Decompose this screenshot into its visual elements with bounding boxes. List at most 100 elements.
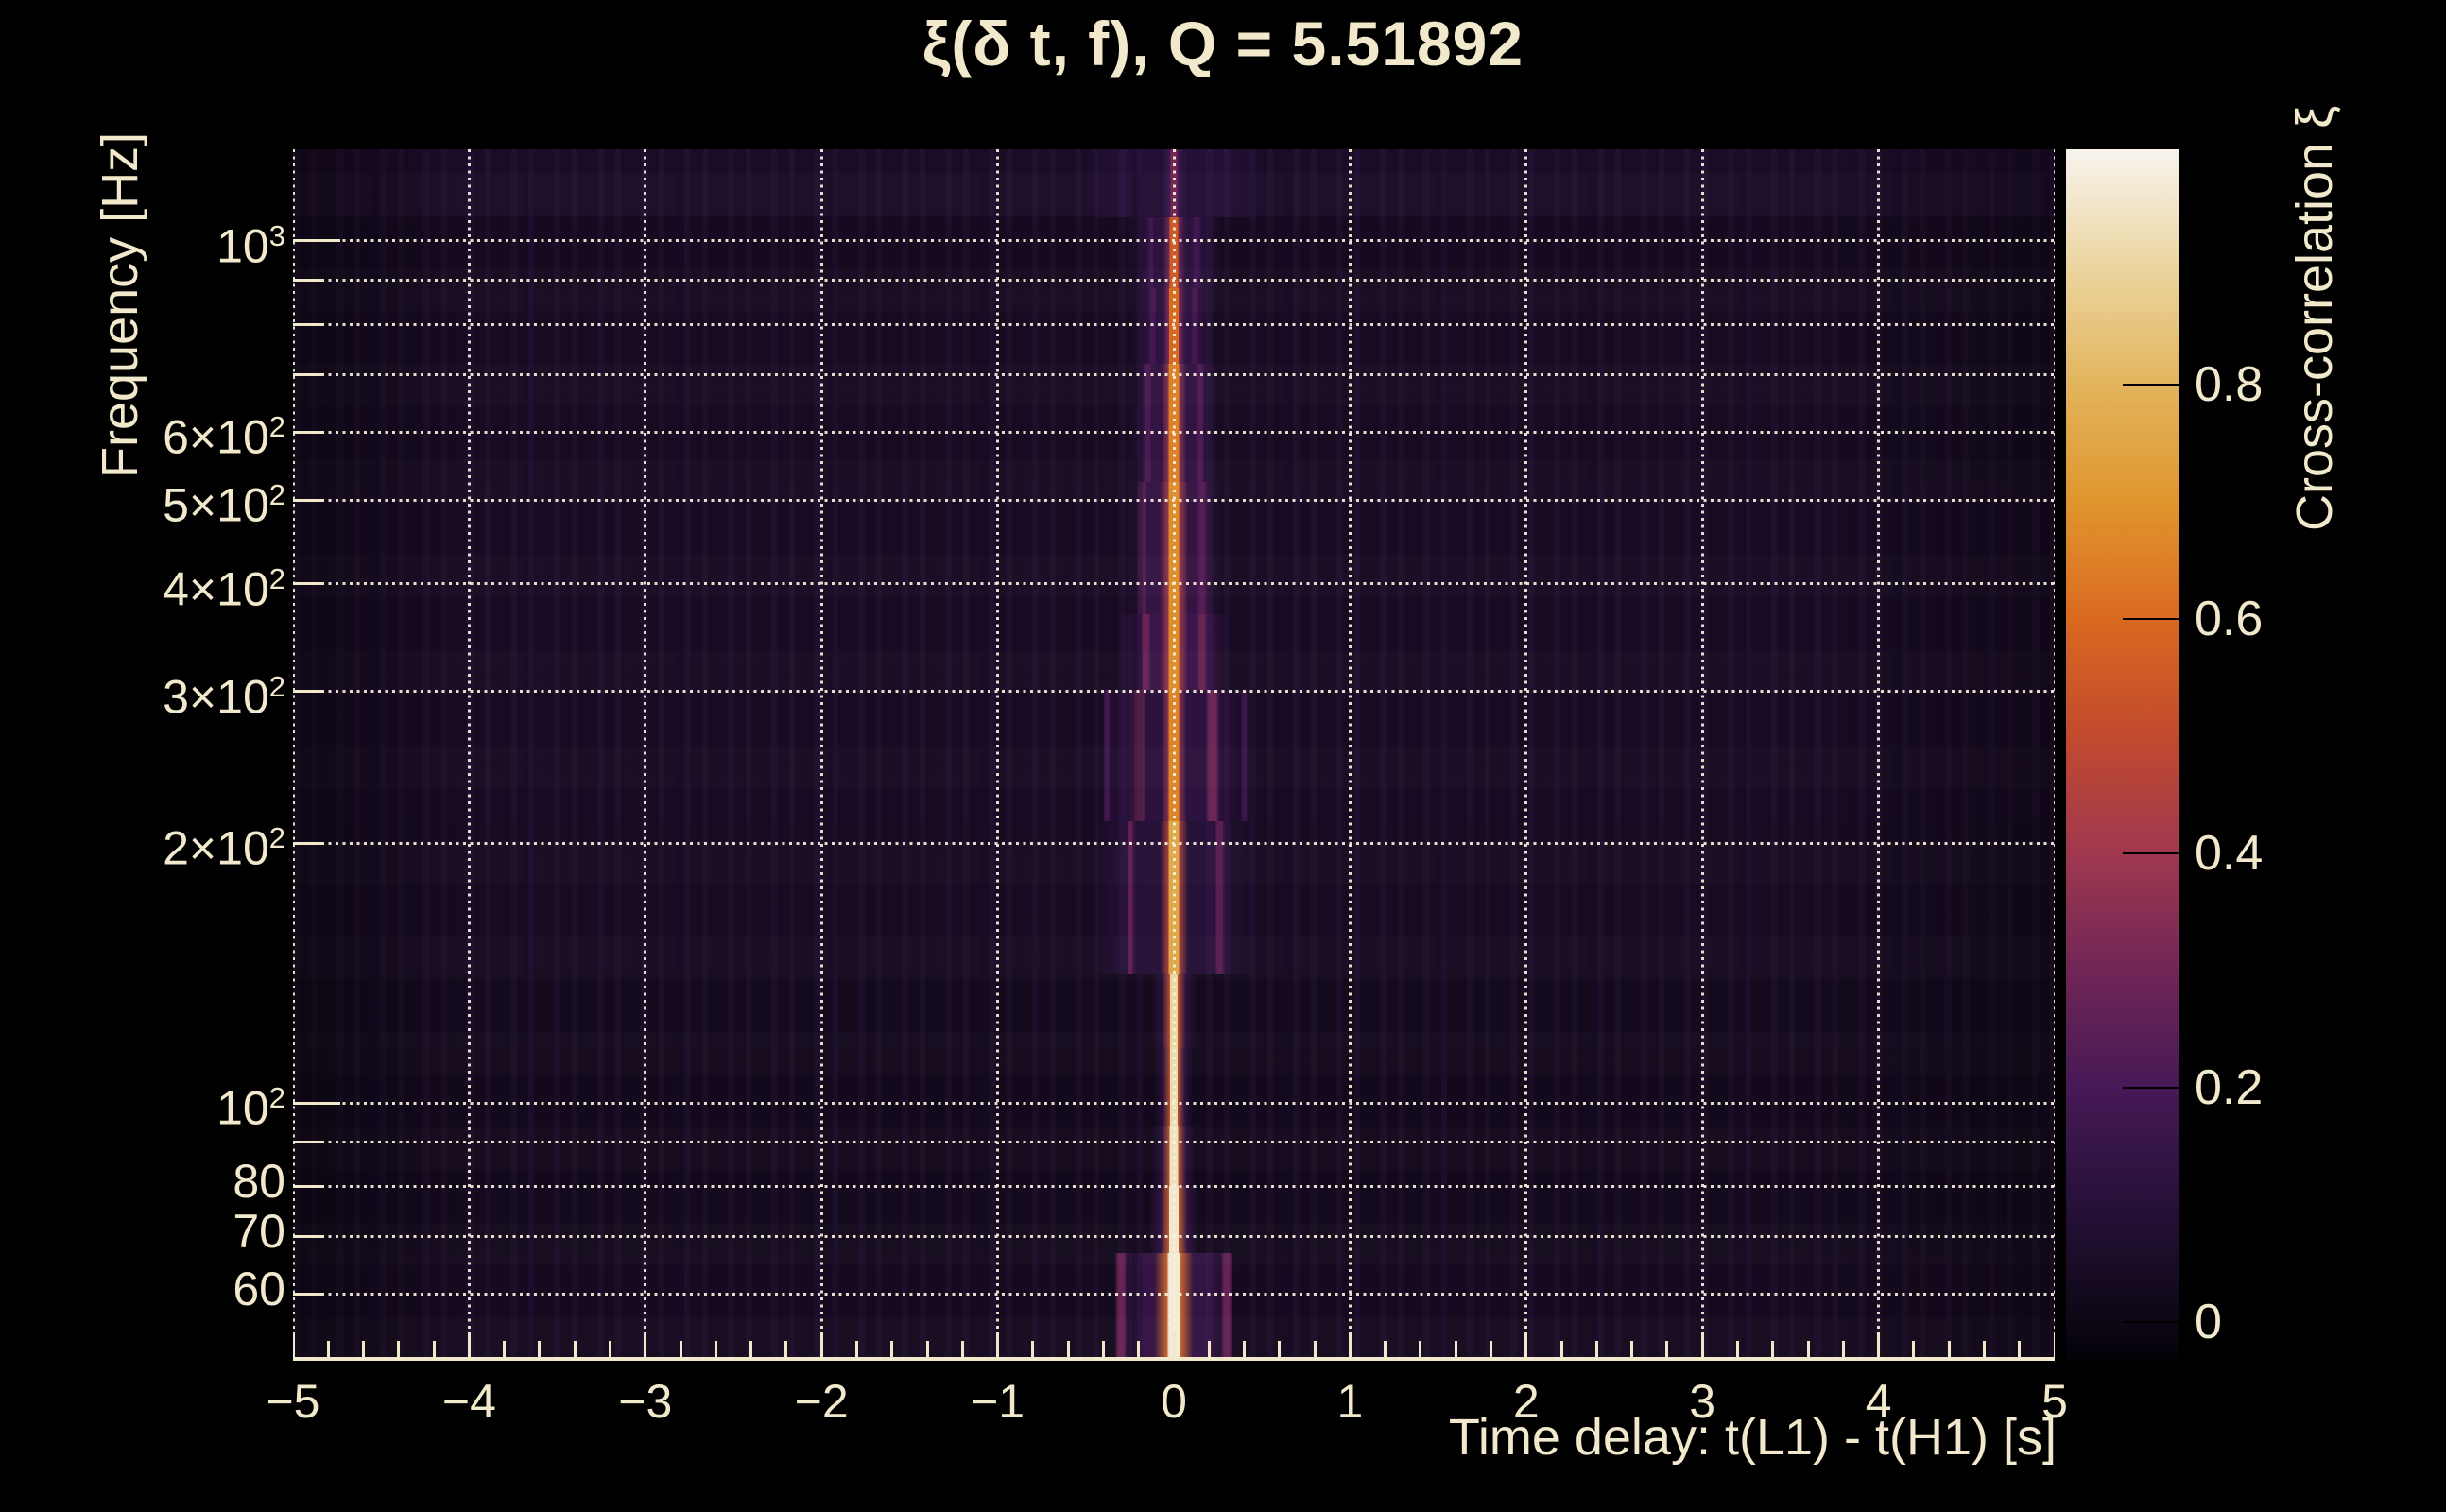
x-minor-tick <box>1313 1341 1317 1358</box>
x-minor-tick <box>1278 1341 1282 1358</box>
colorbar-tick <box>2123 852 2179 855</box>
y-tick-label: 6×102 <box>163 410 285 464</box>
y-tick-label: 2×102 <box>163 821 285 876</box>
y-minor-tick <box>293 1234 323 1238</box>
x-tick-label: −3 <box>618 1375 673 1428</box>
x-tick-label: −5 <box>266 1375 320 1428</box>
y-major-tick <box>293 239 340 243</box>
x-major-tick <box>467 1332 471 1358</box>
y-tick-label: 4×102 <box>163 561 285 616</box>
y-minor-tick <box>293 1292 323 1296</box>
y-major-tick <box>293 1101 340 1105</box>
y-tick-label: 103 <box>216 218 285 273</box>
x-minor-tick <box>749 1341 753 1358</box>
y-tick-label: 5×102 <box>163 478 285 533</box>
y-tick-label: 70 <box>233 1205 285 1259</box>
x-minor-tick <box>1031 1341 1035 1358</box>
x-major-tick <box>1877 1332 1881 1358</box>
y-tick-label: 3×102 <box>163 669 285 724</box>
x-major-tick <box>644 1332 647 1358</box>
x-minor-tick <box>1771 1341 1775 1358</box>
y-minor-tick <box>293 322 323 326</box>
x-minor-tick <box>1384 1341 1387 1358</box>
grid-line-vertical <box>819 149 823 1361</box>
x-major-tick <box>293 1332 295 1358</box>
x-minor-tick <box>1806 1341 1810 1358</box>
x-major-tick <box>1524 1332 1528 1358</box>
x-minor-tick <box>1243 1341 1247 1358</box>
x-major-tick <box>1700 1332 1704 1358</box>
x-minor-tick <box>854 1341 858 1358</box>
x-minor-tick <box>1137 1341 1141 1358</box>
y-minor-tick <box>293 582 323 586</box>
heatmap-plot-area <box>293 149 2055 1361</box>
figure-canvas: ξ(δ t, f), Q = 5.51892 Frequency [Hz] −5… <box>0 0 2446 1512</box>
y-minor-tick <box>293 841 323 845</box>
x-minor-tick <box>326 1341 330 1358</box>
x-minor-tick <box>397 1341 401 1358</box>
grid-line-horizontal <box>293 1234 2055 1238</box>
x-minor-tick <box>679 1341 682 1358</box>
x-minor-tick <box>503 1341 507 1358</box>
x-minor-tick <box>714 1341 717 1358</box>
x-minor-tick <box>1207 1341 1211 1358</box>
x-tick-label: −4 <box>441 1375 496 1428</box>
x-major-tick <box>1348 1332 1352 1358</box>
x-major-tick <box>2053 1332 2055 1358</box>
grid-line-vertical <box>467 149 471 1361</box>
x-major-tick <box>1172 1332 1176 1358</box>
grid-line-horizontal <box>293 1101 2055 1105</box>
x-minor-tick <box>1594 1341 1598 1358</box>
grid-line-vertical <box>1524 149 1528 1361</box>
x-minor-tick <box>1101 1341 1105 1358</box>
y-minor-tick <box>293 279 323 283</box>
x-minor-tick <box>784 1341 788 1358</box>
x-minor-tick <box>1841 1341 1845 1358</box>
x-minor-tick <box>1490 1341 1493 1358</box>
grid-line-vertical <box>1348 149 1352 1361</box>
y-minor-tick <box>293 372 323 376</box>
grid-line-horizontal <box>293 841 2055 845</box>
x-minor-tick <box>1735 1341 1739 1358</box>
y-minor-tick <box>293 1184 323 1188</box>
grid-line-horizontal <box>293 430 2055 434</box>
colorbar-tick <box>2123 1321 2179 1324</box>
x-minor-tick <box>1912 1341 1916 1358</box>
colorbar-tick-label: 0 <box>2195 1295 2222 1350</box>
colorbar-tick <box>2123 618 2179 621</box>
y-minor-tick <box>293 690 323 694</box>
x-tick-label: −1 <box>971 1375 1025 1428</box>
x-minor-tick <box>1665 1341 1669 1358</box>
x-minor-tick <box>538 1341 542 1358</box>
x-minor-tick <box>609 1341 612 1358</box>
y-tick-label: 60 <box>233 1263 285 1316</box>
grid-line-horizontal <box>293 498 2055 502</box>
grid-line-vertical <box>1700 149 1704 1361</box>
x-minor-tick <box>1947 1341 1951 1358</box>
x-axis-title: Time delay: t(L1) - t(H1) [s] <box>1448 1409 2057 1466</box>
grid-line-vertical <box>2053 149 2055 1361</box>
y-tick-label: 102 <box>216 1081 285 1135</box>
x-tick-label: −2 <box>794 1375 849 1428</box>
x-minor-tick <box>1066 1341 1070 1358</box>
x-minor-tick <box>432 1341 436 1358</box>
grid-line-horizontal <box>293 239 2055 243</box>
x-minor-tick <box>1559 1341 1563 1358</box>
grid-line-vertical <box>1172 149 1176 1361</box>
x-minor-tick <box>1630 1341 1634 1358</box>
x-major-tick <box>996 1332 1000 1358</box>
x-minor-tick <box>1454 1341 1457 1358</box>
y-minor-tick <box>293 1141 323 1144</box>
colorbar <box>2066 149 2179 1361</box>
grid-line-horizontal <box>293 322 2055 326</box>
chart-title: ξ(δ t, f), Q = 5.51892 <box>922 9 1524 78</box>
grid-line-horizontal <box>293 1141 2055 1144</box>
colorbar-tick-label: 0.2 <box>2195 1060 2264 1116</box>
grid-line-horizontal <box>293 582 2055 586</box>
colorbar-tick-label: 0.4 <box>2195 826 2264 882</box>
grid-line-vertical <box>996 149 1000 1361</box>
y-minor-tick <box>293 430 323 434</box>
x-minor-tick <box>960 1341 964 1358</box>
y-minor-tick <box>293 498 323 502</box>
colorbar-tick <box>2123 1087 2179 1090</box>
